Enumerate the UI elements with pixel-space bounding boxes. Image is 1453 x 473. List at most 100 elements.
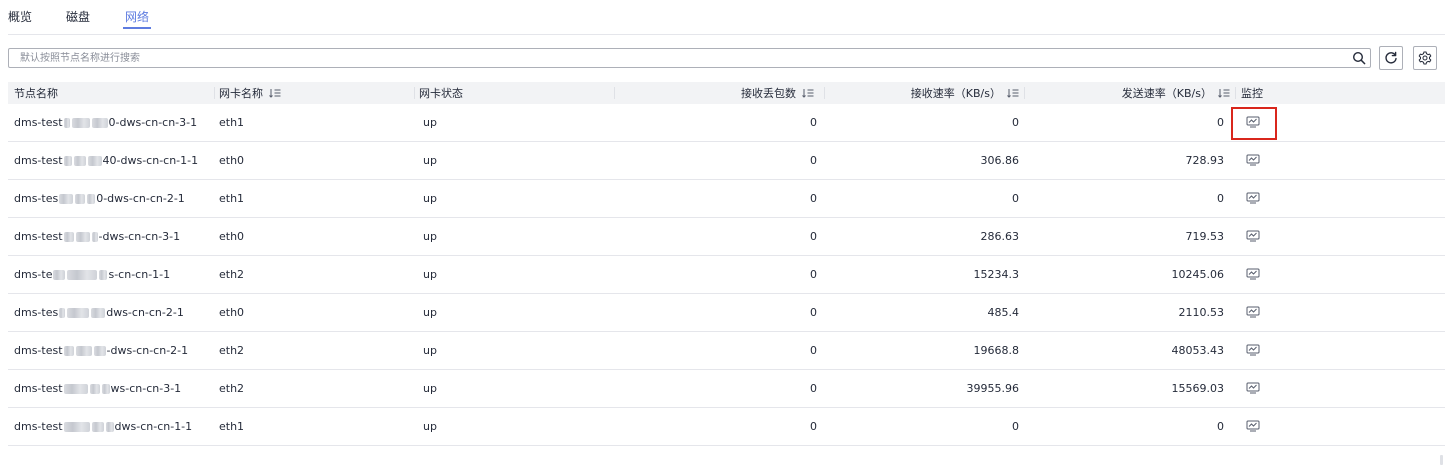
- redacted-text: [67, 269, 98, 280]
- tx-rate-cell: 15569.03: [1171, 382, 1225, 395]
- redacted-text: [89, 383, 100, 394]
- redacted-text: [105, 421, 114, 432]
- monitor-icon[interactable]: [1246, 192, 1260, 204]
- node-name-prefix: dms-tes: [14, 192, 59, 205]
- redacted-text: [63, 421, 90, 432]
- node-name-prefix: dms-test: [14, 382, 63, 395]
- sort-icon[interactable]: [802, 88, 814, 98]
- nic-name-cell: eth0: [219, 230, 245, 243]
- monitor-icon[interactable]: [1246, 382, 1260, 394]
- redacted-text: [63, 345, 74, 356]
- column-divider: [214, 87, 215, 99]
- rx-rate-cell: 286.63: [980, 230, 1020, 243]
- tx-rate-cell: 48053.43: [1171, 344, 1225, 357]
- rx-rate-cell: 0: [1012, 420, 1019, 433]
- node-name-cell: dms-test dws-cn-cn-1-1: [14, 408, 192, 445]
- refresh-button[interactable]: [1379, 46, 1403, 70]
- table-row: dms-test 0-dws-cn-cn-3-1 eth1 up 0 0 0: [8, 104, 1445, 142]
- tx-rate-cell: 719.53: [1185, 230, 1225, 243]
- table-row: dms-tes 0-dws-cn-cn-2-1 eth1 up 0 0 0: [8, 180, 1445, 218]
- tab-network[interactable]: 网络: [122, 8, 152, 29]
- node-name-prefix: dms-test: [14, 420, 63, 433]
- redacted-text: [63, 383, 88, 394]
- node-name-cell: dms-test 40-dws-cn-cn-1-1: [14, 142, 198, 179]
- nic-status-cell: up: [423, 306, 437, 319]
- sort-icon[interactable]: [1218, 88, 1230, 98]
- search-icon[interactable]: [1352, 51, 1366, 65]
- node-name-cell: dms-test ws-cn-cn-3-1: [14, 370, 181, 407]
- node-name-cell: dms-te s-cn-cn-1-1: [14, 256, 170, 293]
- rx-rate-cell: 0: [1012, 116, 1019, 129]
- refresh-icon: [1385, 51, 1397, 64]
- nic-status-cell: up: [423, 154, 437, 167]
- monitor-icon[interactable]: [1246, 230, 1260, 242]
- column-divider: [1235, 87, 1236, 99]
- node-name-suffix: 0-dws-cn-cn-3-1: [108, 116, 198, 129]
- nic-name-cell: eth1: [219, 192, 245, 205]
- rx-rate-cell: 39955.96: [966, 382, 1020, 395]
- sort-icon[interactable]: [1007, 88, 1019, 98]
- redacted-text: [59, 307, 66, 318]
- redacted-text: [59, 193, 74, 204]
- rx-drop-cell: 0: [810, 192, 817, 205]
- node-name-suffix: dws-cn-cn-1-1: [114, 420, 193, 433]
- nic-name-cell: eth2: [219, 268, 245, 281]
- nic-status-cell: up: [423, 116, 437, 129]
- redacted-text: [99, 269, 108, 280]
- rx-drop-cell: 0: [810, 344, 817, 357]
- node-name-suffix: 40-dws-cn-cn-1-1: [102, 154, 199, 167]
- nic-status-cell: up: [423, 420, 437, 433]
- search-input[interactable]: [9, 49, 1340, 67]
- col-nic-status: 网卡状态: [419, 87, 463, 100]
- nic-name-cell: eth2: [219, 382, 245, 395]
- redacted-text: [75, 231, 90, 242]
- settings-button[interactable]: [1413, 46, 1437, 70]
- tab-overview[interactable]: 概览: [8, 8, 32, 25]
- tab-bar: 概览 磁盘 网络: [8, 0, 1445, 35]
- col-rx-rate[interactable]: 接收速率（KB/s）: [824, 82, 1019, 104]
- redacted-text: [67, 307, 90, 318]
- redacted-text: [75, 193, 86, 204]
- monitor-icon[interactable]: [1246, 344, 1260, 356]
- rx-rate-cell: 306.86: [980, 154, 1020, 167]
- node-name-suffix: dws-cn-cn-2-1: [106, 306, 184, 319]
- table-row: dms-tes dws-cn-cn-2-1 eth0 up 0 485.4 211…: [8, 294, 1445, 332]
- nic-name-cell: eth1: [219, 420, 245, 433]
- rx-drop-cell: 0: [810, 306, 817, 319]
- redacted-text: [63, 231, 74, 242]
- redacted-text: [63, 117, 70, 128]
- monitor-icon[interactable]: [1246, 306, 1260, 318]
- redacted-text: [91, 117, 108, 128]
- col-tx-rate[interactable]: 发送速率（KB/s）: [1024, 82, 1230, 104]
- nic-status-cell: up: [423, 344, 437, 357]
- col-node-name: 节点名称: [14, 87, 58, 100]
- tx-rate-cell: 0: [1217, 192, 1224, 205]
- rx-drop-cell: 0: [810, 268, 817, 281]
- sort-icon[interactable]: [269, 88, 281, 98]
- tx-rate-cell: 2110.53: [1178, 306, 1225, 319]
- node-name-prefix: dms-test: [14, 154, 63, 167]
- tab-disk[interactable]: 磁盘: [66, 8, 90, 25]
- nic-name-cell: eth2: [219, 344, 245, 357]
- monitor-icon[interactable]: [1246, 420, 1260, 432]
- nic-status-cell: up: [423, 192, 437, 205]
- monitor-icon[interactable]: [1246, 154, 1260, 166]
- rx-drop-cell: 0: [810, 154, 817, 167]
- redacted-text: [63, 155, 72, 166]
- nic-status-cell: up: [423, 382, 437, 395]
- col-rx-drop[interactable]: 接收丢包数: [614, 82, 814, 104]
- scrollbar[interactable]: [1440, 455, 1443, 465]
- gear-icon: [1418, 51, 1432, 65]
- rx-rate-cell: 485.4: [987, 306, 1020, 319]
- node-name-cell: dms-test 0-dws-cn-cn-3-1: [14, 104, 197, 141]
- node-name-cell: dms-test -dws-cn-cn-2-1: [14, 332, 188, 369]
- redacted-text: [53, 269, 66, 280]
- monitor-icon[interactable]: [1246, 268, 1260, 280]
- node-name-prefix: dms-tes: [14, 306, 59, 319]
- node-name-suffix: ws-cn-cn-3-1: [110, 382, 182, 395]
- table-row: dms-test 40-dws-cn-cn-1-1 eth0 up 0 306.8…: [8, 142, 1445, 180]
- col-nic-name[interactable]: 网卡名称: [219, 82, 281, 104]
- node-name-prefix: dms-te: [14, 268, 53, 281]
- node-name-cell: dms-test -dws-cn-cn-3-1: [14, 218, 180, 255]
- node-name-suffix: 0-dws-cn-cn-2-1: [96, 192, 185, 205]
